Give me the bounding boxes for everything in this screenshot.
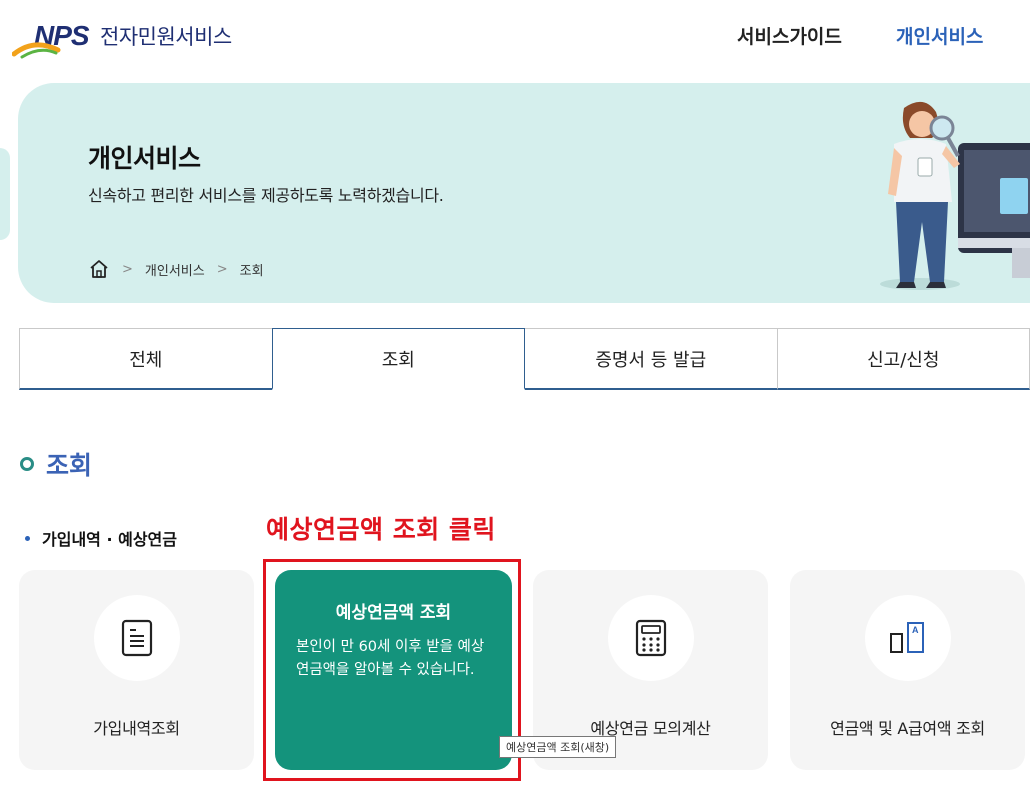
nps-logo[interactable]: NPS 전자민원서비스 <box>12 18 232 62</box>
breadcrumb-item-personal[interactable]: 개인서비스 <box>145 260 205 279</box>
woman-with-magnifier-illustration <box>880 101 1030 290</box>
section-heading: 조회 <box>20 446 92 482</box>
calculator-icon <box>635 619 667 657</box>
tab-all[interactable]: 전체 <box>19 328 273 390</box>
page-title: 개인서비스 <box>88 144 201 173</box>
card-label: 가입내역조회 <box>93 719 180 738</box>
red-highlight-box <box>263 559 521 781</box>
logo-title: 전자민원서비스 <box>100 25 232 49</box>
a-grade-icon: A <box>890 622 924 653</box>
logo-swoosh-icon <box>12 42 61 59</box>
card-label: 연금액 및 A급여액 조회 <box>830 719 985 738</box>
card-icon-circle <box>94 595 180 681</box>
breadcrumb-item-inquiry[interactable]: 조회 <box>240 260 264 279</box>
subheading-text: 가입내역 · 예상연금 <box>42 530 177 549</box>
home-icon[interactable] <box>88 259 110 279</box>
card-subscription-history[interactable]: 가입내역조회 <box>19 570 254 770</box>
banner-decoration <box>0 148 10 240</box>
card-icon-circle <box>608 595 694 681</box>
site-header: NPS 전자민원서비스 서비스가이드 개인서비스 <box>0 0 1030 72</box>
nav-personal-service[interactable]: 개인서비스 <box>896 22 983 49</box>
chevron-right-icon: > <box>216 261 228 277</box>
section-title: 조회 <box>46 451 93 480</box>
card-icon-circle: A <box>865 595 951 681</box>
tab-certificate-issuance[interactable]: 증명서 등 발급 <box>524 328 778 390</box>
subheading: 가입내역 · 예상연금 <box>25 526 177 550</box>
breadcrumb: > 개인서비스 > 조회 <box>88 259 264 279</box>
category-tabs: 전체 조회 증명서 등 발급 신고/신청 <box>19 328 1030 390</box>
nav-service-guide[interactable]: 서비스가이드 <box>737 22 842 49</box>
tab-report-application[interactable]: 신고/신청 <box>776 328 1030 390</box>
tab-inquiry[interactable]: 조회 <box>271 328 525 390</box>
bullet-dot-icon <box>25 535 30 541</box>
circle-bullet-icon <box>20 457 34 471</box>
logo-mark: NPS <box>12 18 94 62</box>
page-subtitle: 신속하고 편리한 서비스를 제공하도록 노력하겠습니다. <box>88 186 444 205</box>
svg-text:A: A <box>912 625 919 635</box>
chevron-right-icon: > <box>122 261 133 277</box>
card-pension-a-benefit[interactable]: A 연금액 및 A급여액 조회 <box>790 570 1025 770</box>
tooltip: 예상연금액 조회(새창) <box>499 736 617 758</box>
instruction-annotation: 예상연금액 조회 클릭 <box>266 515 496 544</box>
document-icon <box>121 619 153 657</box>
